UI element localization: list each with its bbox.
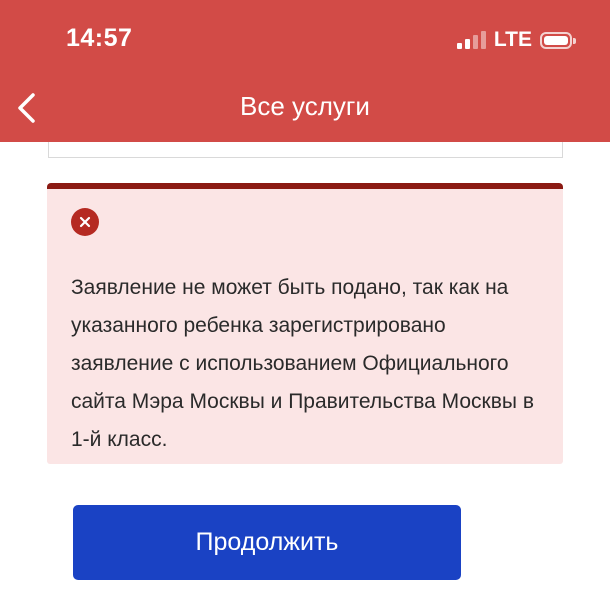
previous-card-edge <box>48 142 563 158</box>
status-time: 14:57 <box>66 24 133 52</box>
battery-full-icon <box>540 31 576 49</box>
error-x-circle-icon <box>71 208 99 236</box>
status-indicators: LTE <box>456 28 576 52</box>
error-message: Заявление не может быть подано, так как … <box>71 276 534 451</box>
app-header: 14:57 LTE Все услуги <box>0 0 610 142</box>
cellular-signal-icon <box>456 31 486 49</box>
error-alert: Заявление не может быть подано, так как … <box>47 183 563 464</box>
network-type: LTE <box>493 28 532 51</box>
continue-button[interactable]: Продолжить <box>73 505 461 580</box>
page-title: Все услуги <box>240 91 370 121</box>
